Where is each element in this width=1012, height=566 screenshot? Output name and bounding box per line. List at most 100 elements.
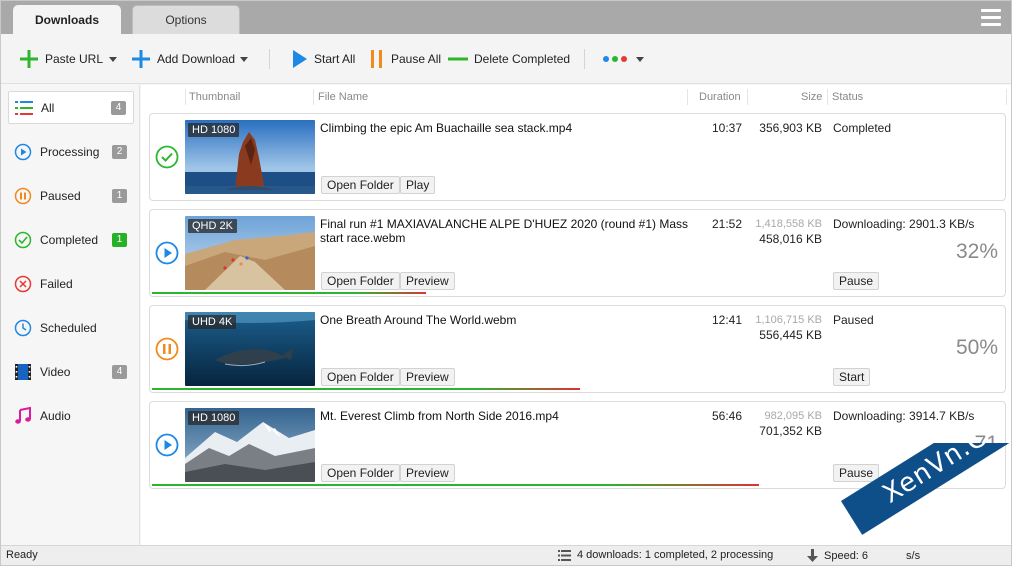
video-thumbnail: HD 1080 [185, 120, 315, 194]
progress-bar [152, 292, 426, 294]
duration: 56:46 [711, 409, 742, 423]
list-icon [558, 549, 571, 561]
quality-badge: HD 1080 [188, 411, 240, 425]
progress-percent: 50% [955, 336, 998, 359]
tab-downloads[interactable]: Downloads [13, 5, 121, 34]
menu-icon[interactable] [981, 9, 1001, 26]
download-row[interactable]: QHD 2K Final run #1 MAXIAVALANCHE ALPE D… [149, 209, 1006, 297]
sidebar-item-processing[interactable]: Processing 2 [8, 135, 134, 168]
status-text: Completed [833, 121, 892, 135]
arrow-down-icon [807, 549, 818, 562]
preview-button[interactable]: Preview [400, 368, 455, 386]
sidebar-item-scheduled[interactable]: Scheduled [8, 311, 134, 344]
size: 1,418,558 KB 458,016 KB [750, 217, 822, 247]
sidebar: All 4 Processing 2 Paused 1 Completed 1 [1, 85, 140, 545]
sidebar-item-all[interactable]: All 4 [8, 91, 134, 124]
downloaded-size: 356,903 KB [759, 121, 822, 135]
column-header-file-name[interactable]: File Name [318, 85, 368, 109]
summary-text: 4 downloads: 1 completed, 2 processing [577, 549, 774, 561]
file-name: Climbing the epic Am Buachaille sea stac… [320, 121, 573, 135]
video-thumbnail: HD 1080 [185, 408, 315, 482]
play-icon [293, 50, 307, 68]
column-divider [687, 89, 688, 105]
dots-icon [603, 56, 627, 62]
sidebar-item-video[interactable]: Video 4 [8, 355, 134, 388]
sidebar-item-failed[interactable]: Failed [8, 267, 134, 300]
color-filter-button[interactable] [602, 48, 644, 70]
download-row[interactable]: HD 1080 Climbing the epic Am Buachaille … [149, 113, 1006, 201]
count-badge: 4 [112, 364, 127, 379]
paste-url-dropdown-icon[interactable] [109, 57, 117, 62]
file-name: Mt. Everest Climb from North Side 2016.m… [320, 409, 559, 423]
start-button[interactable]: Start [833, 368, 871, 386]
plus-icon [132, 50, 150, 68]
chevron-down-icon [636, 56, 644, 62]
tab-options[interactable]: Options [132, 5, 240, 34]
check-circle-icon [14, 231, 32, 249]
status-bar: Ready 4 downloads: 1 completed, 2 proces… [1, 545, 1011, 565]
progress-percent: 32% [955, 240, 998, 263]
sidebar-item-audio[interactable]: Audio [8, 399, 134, 432]
paste-url-button[interactable]: Paste URL [19, 48, 103, 70]
toolbar-divider [584, 49, 585, 69]
open-folder-button[interactable]: Open Folder [321, 176, 400, 194]
column-divider [747, 89, 748, 105]
count-badge: 1 [112, 232, 127, 247]
list-icon [15, 99, 33, 117]
pause-all-button[interactable]: Pause All [369, 48, 441, 70]
pause-circle-icon [155, 337, 179, 361]
add-download-dropdown-icon[interactable] [240, 57, 248, 62]
start-all-button[interactable]: Start All [292, 48, 355, 70]
duration: 10:37 [711, 121, 742, 135]
pause-button[interactable]: Pause [833, 464, 880, 482]
file-name: Final run #1 MAXIAVALANCHE ALPE D'HUEZ 2… [320, 217, 688, 245]
speed-text: Speed: 6 [824, 549, 869, 562]
downloaded-size: 458,016 KB [759, 232, 822, 246]
preview-button[interactable]: Preview [400, 272, 455, 290]
column-divider [185, 89, 186, 105]
column-header-status[interactable]: Status [832, 85, 863, 109]
status-text: Downloading: 2901.3 KB/s [833, 217, 975, 231]
column-header-size[interactable]: Size [801, 85, 822, 109]
app-window: Downloads Options Paste URL Add Download… [0, 0, 1012, 566]
download-row[interactable]: HD 1080 Mt. Everest Climb from North Sid… [149, 401, 1006, 489]
download-row[interactable]: UHD 4K One Breath Around The World.webm … [149, 305, 1006, 393]
sidebar-item-paused[interactable]: Paused 1 [8, 179, 134, 212]
duration: 21:52 [711, 217, 742, 231]
pause-circle-icon [14, 187, 32, 205]
total-size: 1,106,715 KB [755, 314, 822, 326]
progress-percent: 71 [974, 432, 998, 455]
column-divider [1006, 89, 1007, 105]
play-circle-icon [14, 143, 32, 161]
toolbar: Paste URL Add Download Start All Pause A… [1, 34, 1011, 84]
check-circle-icon [155, 145, 179, 169]
tab-bar: Downloads Options [1, 1, 1011, 34]
play-circle-icon [155, 241, 179, 265]
status-text: Downloading: 3914.7 KB/s [833, 409, 975, 423]
count-badge: 2 [112, 144, 127, 159]
count-badge: 1 [112, 188, 127, 203]
play-button[interactable]: Play [400, 176, 436, 194]
video-thumbnail: QHD 2K [185, 216, 315, 290]
clock-icon [14, 319, 32, 337]
ready-text: Ready [6, 549, 38, 561]
add-download-button[interactable]: Add Download [131, 48, 235, 70]
column-divider [313, 89, 314, 105]
minus-icon [448, 57, 468, 61]
count-badge: 4 [111, 100, 126, 115]
progress-bar [152, 388, 580, 390]
pause-icon [371, 50, 382, 68]
open-folder-button[interactable]: Open Folder [321, 272, 400, 290]
size: 1,106,715 KB 556,445 KB [750, 313, 822, 343]
preview-button[interactable]: Preview [400, 464, 455, 482]
progress-bar [152, 484, 759, 486]
downloaded-size: 701,352 KB [759, 424, 822, 438]
open-folder-button[interactable]: Open Folder [321, 464, 400, 482]
open-folder-button[interactable]: Open Folder [321, 368, 400, 386]
sidebar-item-completed[interactable]: Completed 1 [8, 223, 134, 256]
pause-button[interactable]: Pause [833, 272, 880, 290]
column-header-thumbnail[interactable]: Thumbnail [189, 85, 240, 109]
file-name: One Breath Around The World.webm [320, 313, 517, 327]
delete-completed-button[interactable]: Delete Completed [448, 48, 570, 70]
column-header-duration[interactable]: Duration [699, 85, 741, 109]
